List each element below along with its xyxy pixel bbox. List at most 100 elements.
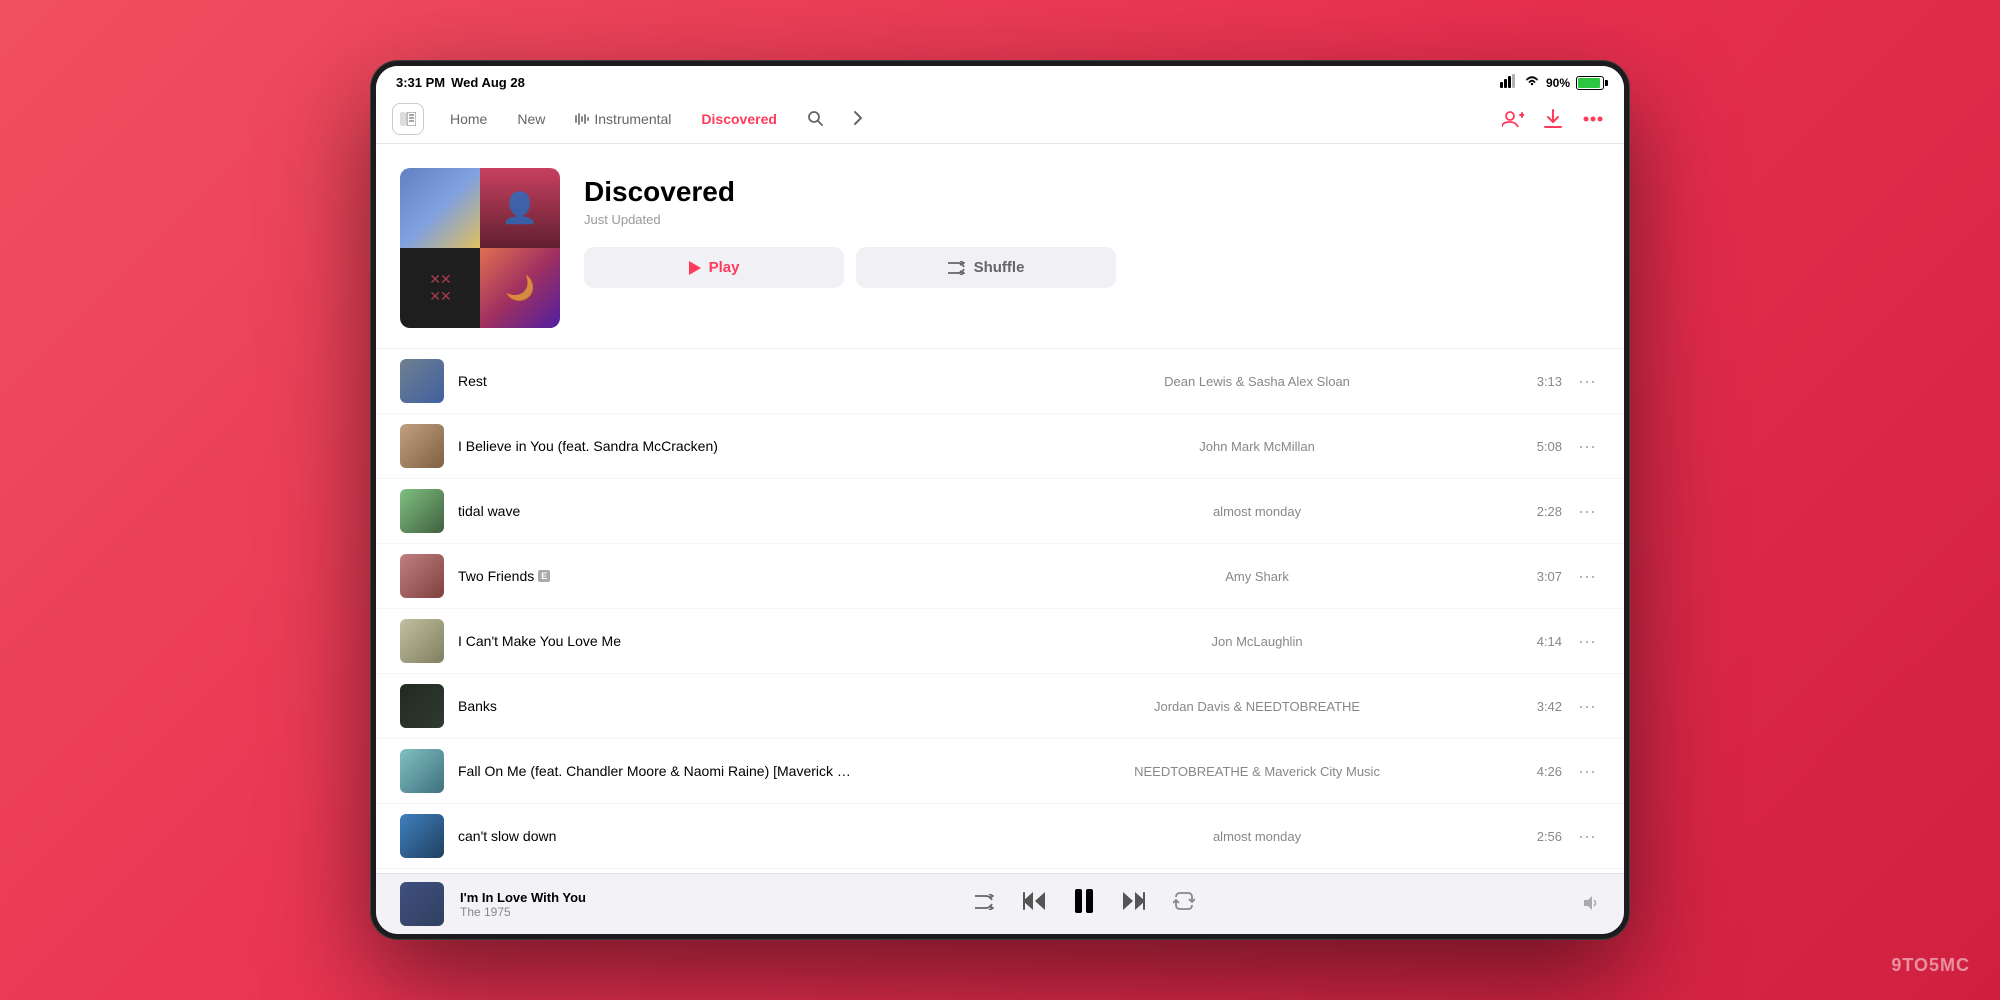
song-title: tidal wave: [458, 503, 520, 519]
song-artist: Amy Shark: [977, 569, 1536, 584]
table-row[interactable]: Two Friends E Amy Shark 3:07 ···: [376, 544, 1624, 609]
playback-controls: [602, 889, 1568, 920]
song-duration: 5:08: [1537, 439, 1562, 454]
device-screen: 3:31 PM Wed Aug 28: [376, 66, 1624, 934]
song-info: Banks: [458, 698, 977, 714]
song-info: I Can't Make You Love Me: [458, 633, 977, 649]
song-info: Rest: [458, 373, 977, 389]
now-playing-artist: The 1975: [460, 905, 586, 919]
tab-discovered[interactable]: Discovered: [687, 105, 790, 133]
table-row[interactable]: Fall On Me (feat. Chandler Moore & Naomi…: [376, 739, 1624, 804]
time: 3:31 PM: [396, 75, 445, 90]
action-buttons: Play Shuffle: [584, 247, 1600, 288]
shuffle-control-button[interactable]: [975, 893, 995, 916]
song-info: Two Friends E: [458, 568, 977, 584]
song-more-button[interactable]: ···: [1574, 497, 1600, 526]
status-right: 90%: [1500, 74, 1604, 91]
wifi-icon: [1524, 75, 1540, 90]
watermark: 9TO5MC: [1891, 955, 1970, 976]
song-duration: 2:28: [1537, 504, 1562, 519]
repeat-button[interactable]: [1173, 892, 1195, 916]
song-title: Fall On Me (feat. Chandler Moore & Naomi…: [458, 763, 858, 779]
date: Wed Aug 28: [451, 75, 525, 90]
song-duration: 2:56: [1537, 829, 1562, 844]
song-more-button[interactable]: ···: [1574, 757, 1600, 786]
song-more-button[interactable]: ···: [1574, 627, 1600, 656]
nav-tabs: Home New Instrumental Discovered: [436, 104, 877, 135]
nav-right: [1498, 104, 1608, 134]
add-person-button[interactable]: [1498, 104, 1528, 134]
now-playing-art: [400, 882, 444, 926]
next-button[interactable]: [1123, 892, 1145, 916]
battery-percent: 90%: [1546, 76, 1570, 90]
device-frame: 3:31 PM Wed Aug 28: [370, 60, 1630, 940]
table-row[interactable]: Banks Jordan Davis & NEEDTOBREATHE 3:42 …: [376, 674, 1624, 739]
song-info: can't slow down: [458, 828, 977, 844]
song-artist: almost monday: [977, 504, 1536, 519]
song-info: I Believe in You (feat. Sandra McCracken…: [458, 438, 977, 454]
song-title: Two Friends: [458, 568, 534, 584]
song-more-button[interactable]: ···: [1574, 692, 1600, 721]
table-row[interactable]: I Can't Make You Love Me Jon McLaughlin …: [376, 609, 1624, 674]
song-title: Banks: [458, 698, 497, 714]
play-button[interactable]: Play: [584, 247, 844, 288]
playlist-subtitle: Just Updated: [584, 212, 1600, 227]
table-row[interactable]: can't slow down almost monday 2:56 ···: [376, 804, 1624, 869]
xo-mark: ✕✕✕✕: [429, 271, 450, 305]
table-row[interactable]: I Believe in You (feat. Sandra McCracken…: [376, 414, 1624, 479]
song-info: tidal wave: [458, 503, 977, 519]
nav-bar: Home New Instrumental Discovered: [376, 95, 1624, 144]
battery-icon: [1576, 76, 1604, 90]
search-button[interactable]: [793, 104, 837, 135]
song-art: [400, 489, 444, 533]
sidebar-toggle-button[interactable]: [392, 103, 424, 135]
song-art: [400, 359, 444, 403]
chevron-right-button[interactable]: [839, 104, 877, 135]
status-bar: 3:31 PM Wed Aug 28: [376, 66, 1624, 95]
song-art: [400, 554, 444, 598]
table-row[interactable]: tidal wave almost monday 2:28 ···: [376, 479, 1624, 544]
song-title: Rest: [458, 373, 487, 389]
tab-instrumental[interactable]: Instrumental: [561, 105, 685, 133]
song-duration: 3:13: [1537, 374, 1562, 389]
shuffle-button[interactable]: Shuffle: [856, 247, 1116, 288]
song-art: [400, 424, 444, 468]
explicit-badge: E: [538, 570, 550, 582]
tab-new[interactable]: New: [503, 105, 559, 133]
song-artist: John Mark McMillan: [977, 439, 1536, 454]
song-list: Rest Dean Lewis & Sasha Alex Sloan 3:13 …: [376, 349, 1624, 873]
now-playing-title: I'm In Love With You: [460, 890, 586, 905]
art-cell-4: 🌙: [480, 248, 560, 328]
song-title: I Believe in You (feat. Sandra McCracken…: [458, 438, 718, 454]
playlist-header: 👤 ✕✕✕✕ 🌙 Discovered Just Updated: [376, 144, 1624, 349]
art-cell-2: 👤: [480, 168, 560, 248]
status-left: 3:31 PM Wed Aug 28: [396, 75, 525, 90]
song-duration: 3:07: [1537, 569, 1562, 584]
song-more-button[interactable]: ···: [1574, 822, 1600, 851]
table-row[interactable]: Rest Dean Lewis & Sasha Alex Sloan 3:13 …: [376, 349, 1624, 414]
more-options-button[interactable]: [1578, 104, 1608, 134]
song-artist: Jon McLaughlin: [977, 634, 1536, 649]
song-more-button[interactable]: ···: [1574, 562, 1600, 591]
art-cell-1: [400, 168, 480, 248]
playlist-info: Discovered Just Updated Play: [584, 168, 1600, 288]
previous-button[interactable]: [1023, 892, 1045, 916]
playlist-art: 👤 ✕✕✕✕ 🌙: [400, 168, 560, 328]
song-art: [400, 814, 444, 858]
song-duration: 4:26: [1537, 764, 1562, 779]
song-more-button[interactable]: ···: [1574, 367, 1600, 396]
song-artist: NEEDTOBREATHE & Maverick City Music: [977, 764, 1536, 779]
signal-icon: [1500, 74, 1518, 91]
pause-button[interactable]: [1073, 889, 1095, 920]
song-more-button[interactable]: ···: [1574, 432, 1600, 461]
song-art: [400, 619, 444, 663]
volume-control: [1584, 896, 1600, 913]
song-artist: almost monday: [977, 829, 1536, 844]
tab-home[interactable]: Home: [436, 105, 501, 133]
song-duration: 3:42: [1537, 699, 1562, 714]
song-artist: Dean Lewis & Sasha Alex Sloan: [977, 374, 1536, 389]
song-art: [400, 684, 444, 728]
song-artist: Jordan Davis & NEEDTOBREATHE: [977, 699, 1536, 714]
download-button[interactable]: [1538, 104, 1568, 134]
song-info: Fall On Me (feat. Chandler Moore & Naomi…: [458, 763, 977, 779]
